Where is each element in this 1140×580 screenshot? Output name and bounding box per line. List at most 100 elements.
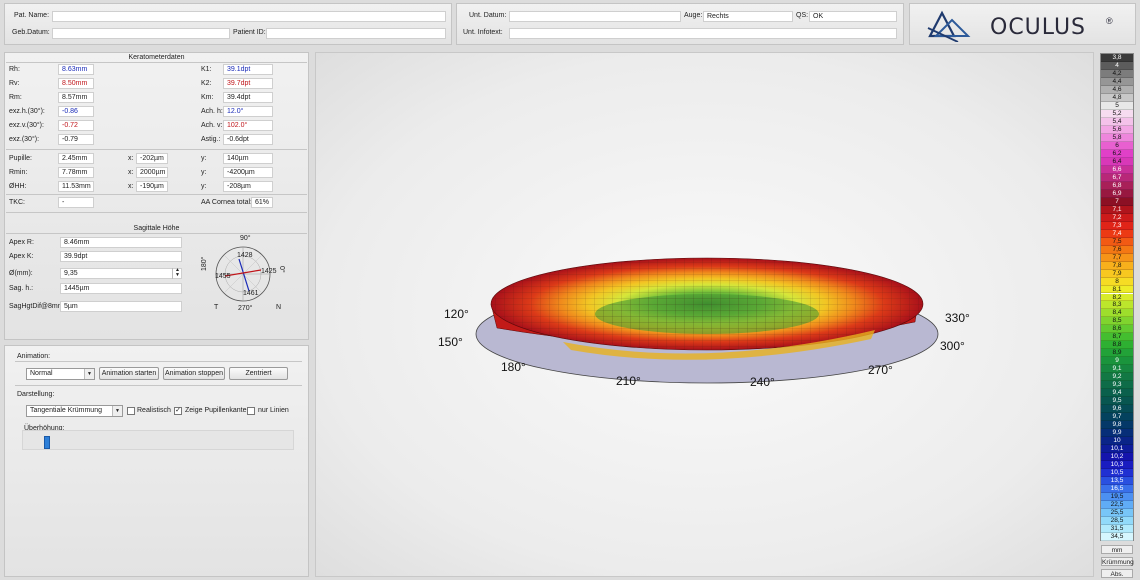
legend-cell: 9,3 — [1101, 381, 1133, 390]
legend-cell: 6 — [1101, 141, 1133, 150]
legend-cell: 10,2 — [1101, 453, 1133, 462]
angle-240-label: 240° — [750, 375, 775, 389]
animation-stop-button[interactable]: Animation stoppen — [163, 367, 225, 380]
km-field[interactable]: 39.4dpt — [223, 92, 273, 103]
nur-linien-checkbox[interactable] — [247, 407, 255, 415]
zeige-pupillenkante-checkbox[interactable]: ✓ — [174, 407, 182, 415]
unit-mm-button[interactable]: mm — [1101, 545, 1133, 554]
pat-name-field[interactable] — [52, 11, 446, 22]
achv-field[interactable]: 102.0° — [223, 120, 273, 131]
auge-field[interactable]: Rechts — [703, 11, 793, 22]
compass-0-label: 0° — [278, 266, 285, 273]
display-mode-select[interactable]: Tangentiale Krümmung ▼ — [26, 405, 123, 417]
ohh-y-field[interactable]: -208µm — [223, 181, 273, 192]
diameter-spinbox[interactable]: 9,35 — [60, 268, 182, 279]
legend-cell: 4,6 — [1101, 85, 1133, 94]
k2-label: K2: — [201, 80, 212, 87]
angle-300-label: 300° — [940, 339, 965, 353]
patient-id-field[interactable] — [266, 28, 446, 39]
divider — [6, 62, 307, 63]
legend-cell: 6,4 — [1101, 157, 1133, 166]
ueberhoehung-slider-track[interactable] — [22, 430, 294, 450]
divider — [6, 149, 307, 150]
zeige-pupillenkante-label: Zeige Pupillenkante — [185, 407, 247, 414]
legend-cell: 9,2 — [1101, 373, 1133, 382]
achh-field[interactable]: 12.0° — [223, 106, 273, 117]
pupille-field[interactable]: 2.45mm — [58, 153, 94, 164]
exzv-field[interactable]: -0.72 — [58, 120, 94, 131]
legend-cell: 25,5 — [1101, 509, 1133, 518]
abs-button[interactable]: Abs. — [1101, 569, 1133, 578]
tkc-field[interactable]: - — [58, 197, 94, 208]
compass-270-label: 270° — [238, 305, 253, 312]
exzh-field[interactable]: -0.86 — [58, 106, 94, 117]
animation-start-button[interactable]: Animation starten — [99, 367, 159, 380]
k1-field[interactable]: 39.1dpt — [223, 64, 273, 75]
animation-mode-value: Normal — [30, 370, 53, 377]
keratometer-title: Keratometerdaten — [128, 54, 185, 61]
legend-cell: 10 — [1101, 437, 1133, 446]
animation-mode-select[interactable]: Normal ▼ — [26, 368, 95, 380]
apex-k-field[interactable]: 39.9dpt — [60, 251, 182, 262]
chevron-down-icon[interactable]: ▼ — [112, 406, 122, 416]
k2-field[interactable]: 39.7dpt — [223, 78, 273, 89]
geb-datum-label: Geb.Datum: — [12, 29, 50, 36]
pupille-y-field[interactable]: 140µm — [223, 153, 273, 164]
pupille-x-field[interactable]: -202µm — [136, 153, 168, 164]
legend-cell: 7,6 — [1101, 245, 1133, 254]
pat-name-label: Pat. Name: — [14, 12, 50, 19]
compass-right-value: 1425 — [261, 268, 277, 275]
legend-cell: 7 — [1101, 197, 1133, 206]
angle-120-label: 120° — [444, 307, 469, 321]
legend-cell: 9 — [1101, 357, 1133, 366]
legend-cell: 4,2 — [1101, 69, 1133, 78]
rh-field[interactable]: 8.63mm — [58, 64, 94, 75]
unt-datum-field[interactable] — [509, 11, 681, 22]
rmin-y-label: y: — [201, 169, 207, 176]
compass-bottom-value: 1461 — [243, 290, 259, 297]
rmin-x-label: x: — [128, 169, 134, 176]
center-button[interactable]: Zentriert — [229, 367, 288, 380]
legend-cell: 8,7 — [1101, 333, 1133, 342]
aa-cornea-field[interactable]: 61% — [251, 197, 273, 208]
rmin-x-field[interactable]: 2000µm — [136, 167, 168, 178]
angle-150-label: 150° — [438, 335, 463, 349]
tkc-label: TKC: — [9, 199, 25, 206]
rm-field[interactable]: 8.57mm — [58, 92, 94, 103]
oculus-logo-text: OCULUS — [990, 15, 1087, 40]
rmin-y-field[interactable]: -4200µm — [223, 167, 273, 178]
legend-cell: 28,5 — [1101, 517, 1133, 526]
ueberhoehung-slider-handle[interactable] — [44, 436, 50, 449]
astig-field[interactable]: -0.6dpt — [223, 134, 273, 145]
realistisch-checkbox[interactable] — [127, 407, 135, 415]
legend-cell: 9,7 — [1101, 413, 1133, 422]
kruemmung-button[interactable]: Krümmung — [1101, 557, 1134, 566]
legend-cell: 7,3 — [1101, 221, 1133, 230]
geb-datum-field[interactable] — [52, 28, 230, 39]
legend-cell: 10,5 — [1101, 469, 1133, 478]
legend-cell: 8,8 — [1101, 341, 1133, 350]
patient-id-label: Patient ID: — [233, 29, 266, 36]
qs-field[interactable]: OK — [809, 11, 897, 22]
exz-label: exz.(30°): — [9, 136, 40, 143]
legend-cell: 5,4 — [1101, 117, 1133, 126]
spin-arrows-icon[interactable]: ▲ ▼ — [172, 268, 182, 279]
legend-cell: 4,4 — [1101, 77, 1133, 86]
saghgt-field[interactable]: 5µm — [60, 301, 182, 312]
chevron-down-icon[interactable]: ▼ — [84, 369, 94, 379]
unt-infotext-label: Unt. Infotext: — [463, 29, 503, 36]
cornea-3d-surface[interactable] — [315, 52, 1094, 577]
legend-cell: 8,5 — [1101, 317, 1133, 326]
sag-h-field[interactable]: 1445µm — [60, 283, 182, 294]
apex-r-field[interactable]: 8.46mm — [60, 237, 182, 248]
unt-infotext-field[interactable] — [509, 28, 897, 39]
legend-cell: 9,4 — [1101, 389, 1133, 398]
compass-90-label: 90° — [240, 235, 251, 242]
rv-field[interactable]: 8.50mm — [58, 78, 94, 89]
ohh-x-field[interactable]: -190µm — [136, 181, 168, 192]
achv-label: Ach. v: — [201, 122, 223, 129]
rmin-field[interactable]: 7.78mm — [58, 167, 94, 178]
exz-field[interactable]: -0.79 — [58, 134, 94, 145]
legend-cell: 7,7 — [1101, 253, 1133, 262]
ohh-field[interactable]: 11.53mm — [58, 181, 94, 192]
